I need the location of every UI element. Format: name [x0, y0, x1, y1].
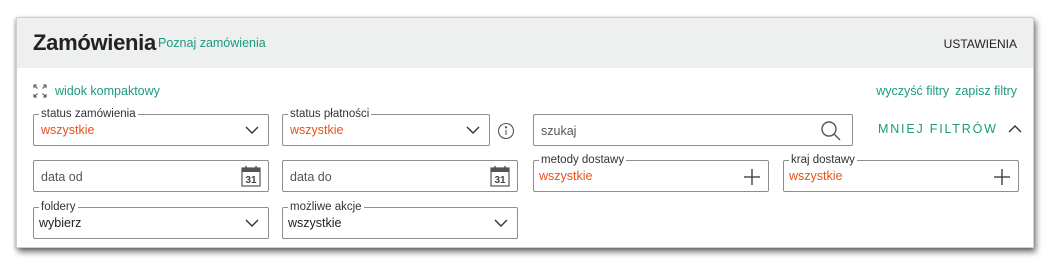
- search-icon[interactable]: [820, 120, 842, 142]
- date-to-input[interactable]: data do 31: [282, 160, 518, 192]
- shipping-methods-label: metody dostawy: [539, 153, 627, 167]
- calendar-icon[interactable]: 31: [490, 165, 510, 187]
- clear-filters-link[interactable]: wyczyść filtry: [876, 84, 949, 98]
- shipping-country-value: wszystkie: [789, 169, 843, 183]
- search-input[interactable]: szukaj: [533, 114, 853, 146]
- possible-actions-select[interactable]: możliwe akcje wszystkie: [282, 200, 518, 239]
- folders-value: wybierz: [39, 216, 82, 230]
- orders-panel: Zamówienia Poznaj zamówienia USTAWIENIA …: [16, 17, 1034, 248]
- search-placeholder: szukaj: [541, 124, 577, 138]
- shipping-country-label: kraj dostawy: [789, 153, 857, 167]
- compact-view-toggle[interactable]: widok kompaktowy: [33, 84, 160, 98]
- possible-actions-value: wszystkie: [288, 216, 342, 230]
- page-title: Zamówienia: [33, 30, 156, 55]
- less-filters-button[interactable]: MNIEJ FILTRÓW: [878, 122, 1022, 136]
- calendar-icon[interactable]: 31: [241, 165, 261, 187]
- chevron-up-icon: [1008, 125, 1022, 133]
- order-status-label: status zamówienia: [39, 107, 138, 121]
- save-filters-link[interactable]: zapisz filtry: [955, 84, 1017, 98]
- learn-orders-link[interactable]: Poznaj zamówienia: [158, 36, 266, 50]
- chevron-down-icon: [245, 126, 259, 134]
- panel-header: Zamówienia Poznaj zamówienia USTAWIENIA: [17, 18, 1033, 68]
- chevron-down-icon: [245, 219, 259, 227]
- order-status-value: wszystkie: [41, 123, 95, 137]
- shipping-methods-value: wszystkie: [539, 169, 593, 183]
- less-filters-label: MNIEJ FILTRÓW: [878, 122, 998, 136]
- date-from-placeholder: data od: [41, 170, 83, 184]
- date-to-placeholder: data do: [290, 170, 332, 184]
- compact-icon: [33, 84, 47, 98]
- payment-status-label: status płatności: [288, 107, 372, 121]
- chevron-down-icon: [466, 126, 480, 134]
- calendar-day: 31: [245, 175, 257, 186]
- payment-status-select[interactable]: status płatności wszystkie: [282, 107, 490, 146]
- payment-status-value: wszystkie: [290, 123, 344, 137]
- calendar-day: 31: [494, 175, 506, 186]
- plus-icon[interactable]: [742, 167, 762, 187]
- compact-view-label: widok kompaktowy: [55, 84, 160, 98]
- possible-actions-label: możliwe akcje: [288, 200, 364, 214]
- settings-link[interactable]: USTAWIENIA: [944, 37, 1017, 51]
- folders-select[interactable]: foldery wybierz: [33, 200, 269, 239]
- filter-actions: wyczyść filtry zapisz filtry: [876, 84, 1017, 98]
- date-from-input[interactable]: data od 31: [33, 160, 269, 192]
- shipping-methods-select[interactable]: metody dostawy wszystkie: [533, 153, 769, 192]
- info-icon[interactable]: [497, 122, 515, 140]
- plus-icon[interactable]: [992, 167, 1012, 187]
- folders-label: foldery: [39, 200, 78, 214]
- order-status-select[interactable]: status zamówienia wszystkie: [33, 107, 269, 146]
- chevron-down-icon: [494, 219, 508, 227]
- shipping-country-select[interactable]: kraj dostawy wszystkie: [783, 153, 1019, 192]
